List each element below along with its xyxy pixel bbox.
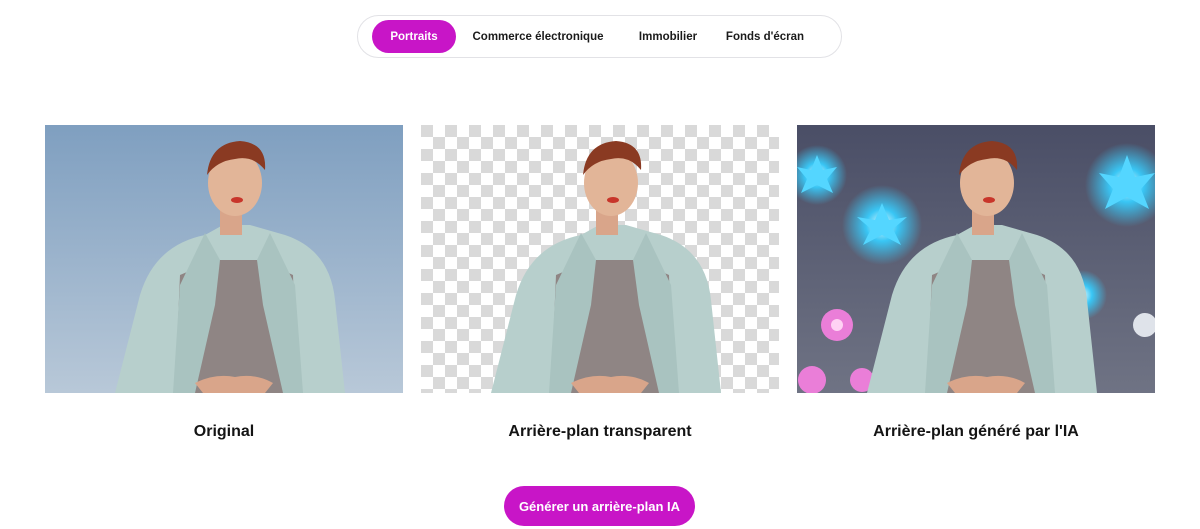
tab-real-estate[interactable]: Immobilier [620,20,716,53]
tab-portraits[interactable]: Portraits [372,20,456,53]
generate-ai-background-button[interactable]: Générer un arrière-plan IA [504,486,695,526]
caption-original: Original [193,423,255,440]
caption-transparent: Arrière-plan transparent [508,423,692,440]
ai-generated-background-image [797,125,1155,393]
original-image [45,125,403,393]
caption-ai-background: Arrière-plan généré par l'IA [873,423,1079,440]
transparent-background-image [421,125,779,393]
tab-wallpapers[interactable]: Fonds d'écran [716,20,814,53]
category-tabs: Portraits Commerce électronique Immobili… [357,15,842,58]
tab-ecommerce[interactable]: Commerce électronique [456,20,620,53]
